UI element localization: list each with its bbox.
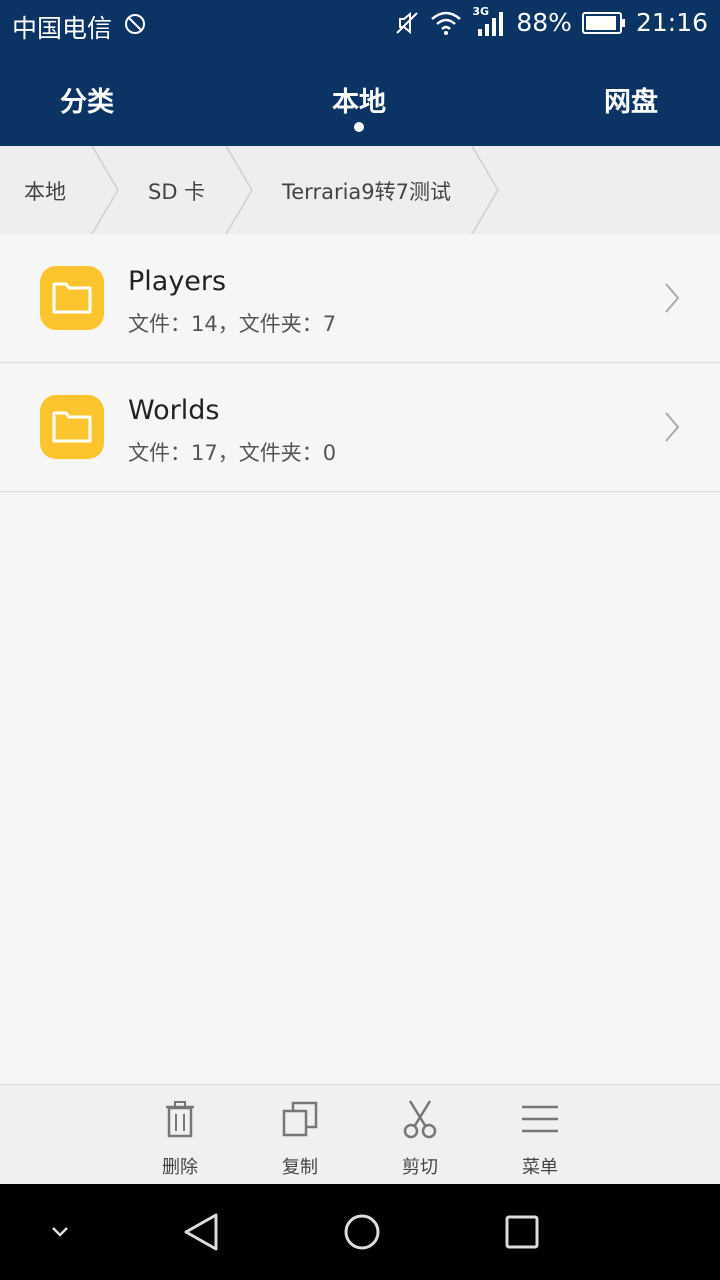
delete-label: 删除: [162, 1157, 198, 1178]
signal-icon: 3G: [472, 5, 506, 37]
battery-percent: 88%: [516, 8, 572, 37]
copy-button[interactable]: 复制: [260, 1085, 340, 1185]
folder-info: 文件：17，文件夹：0: [128, 441, 337, 465]
folder-name: Worlds: [128, 395, 220, 426]
tab-cloud[interactable]: 网盘: [604, 80, 658, 119]
breadcrumb-current-folder[interactable]: Terraria9转7测试: [282, 176, 451, 206]
breadcrumb-separator-icon: [471, 146, 499, 234]
chevron-right-icon: [665, 412, 680, 442]
list-item[interactable]: Players 文件：14，文件夹：7: [0, 234, 720, 363]
active-tab-indicator: [354, 122, 364, 132]
folder-icon: [40, 395, 104, 459]
tab-local[interactable]: 本地: [332, 80, 386, 119]
copy-icon: [282, 1101, 318, 1137]
hide-navbar-chevron-down-icon[interactable]: [48, 1220, 72, 1244]
chevron-right-icon: [665, 283, 680, 313]
menu-label: 菜单: [522, 1157, 558, 1178]
status-bar: 中国电信 3G 88% 21:16: [0, 0, 720, 52]
menu-icon: [522, 1105, 558, 1133]
folder-name: Players: [128, 266, 227, 297]
breadcrumb: 本地 SD 卡 Terraria9转7测试: [0, 146, 720, 235]
no-sim-icon: [125, 14, 145, 34]
mute-icon: [396, 11, 419, 34]
list-item[interactable]: Worlds 文件：17，文件夹：0: [0, 363, 720, 492]
file-list: Players 文件：14，文件夹：7 Worlds 文件：17，文件夹：0: [0, 234, 720, 492]
wifi-icon: [431, 11, 462, 35]
trash-icon: [166, 1101, 194, 1138]
breadcrumb-separator-icon: [91, 146, 119, 234]
delete-button[interactable]: 删除: [140, 1085, 220, 1185]
copy-label: 复制: [282, 1157, 318, 1178]
action-bar: 删除 复制 剪切 菜单: [0, 1084, 720, 1185]
carrier-name: 中国电信: [12, 14, 113, 43]
breadcrumb-sd-card[interactable]: SD 卡: [148, 176, 205, 206]
cut-label: 剪切: [402, 1157, 438, 1178]
scissors-icon: [403, 1100, 437, 1139]
folder-info: 文件：14，文件夹：7: [128, 312, 337, 336]
menu-button[interactable]: 菜单: [500, 1085, 580, 1185]
back-icon[interactable]: [182, 1212, 222, 1252]
clock: 21:16: [635, 8, 708, 37]
folder-icon: [40, 266, 104, 330]
home-icon[interactable]: [342, 1212, 382, 1252]
battery-icon: [581, 11, 625, 34]
breadcrumb-separator-icon: [225, 146, 253, 234]
breadcrumb-local[interactable]: 本地: [24, 176, 66, 206]
tab-category[interactable]: 分类: [60, 80, 114, 119]
recent-apps-icon[interactable]: [502, 1212, 542, 1252]
system-navigation-bar: [0, 1184, 720, 1280]
cut-button[interactable]: 剪切: [380, 1085, 460, 1185]
